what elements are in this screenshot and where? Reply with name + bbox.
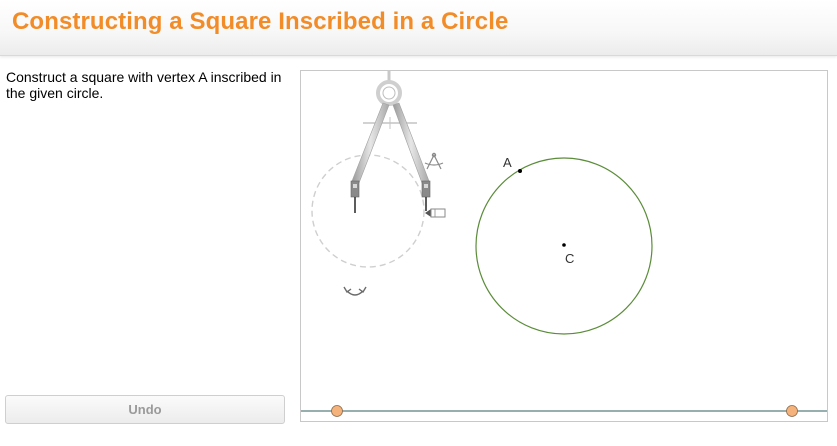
vertex-point-a[interactable] — [518, 169, 522, 173]
page-title: Constructing a Square Inscribed in a Cir… — [12, 8, 509, 35]
construction-canvas[interactable]: C A — [300, 70, 828, 422]
pencil-icon[interactable] — [425, 208, 446, 218]
compass-icon[interactable] — [350, 71, 431, 213]
instructions-text: Construct a square with vertex A inscrib… — [6, 69, 282, 101]
undo-button[interactable]: Undo — [5, 395, 285, 424]
compass-width-icon[interactable] — [424, 152, 444, 170]
slider-handle-right[interactable] — [786, 405, 798, 417]
rotate-icon[interactable] — [343, 286, 367, 296]
title-bar: Constructing a Square Inscribed in a Cir… — [0, 0, 837, 56]
point-label-c: C — [565, 251, 574, 266]
construction-svg: C A — [301, 71, 827, 417]
center-point-c[interactable] — [562, 243, 566, 247]
point-label-a: A — [503, 155, 512, 170]
compass-preview-circle — [311, 154, 425, 268]
slider-handle-left[interactable] — [331, 405, 343, 417]
